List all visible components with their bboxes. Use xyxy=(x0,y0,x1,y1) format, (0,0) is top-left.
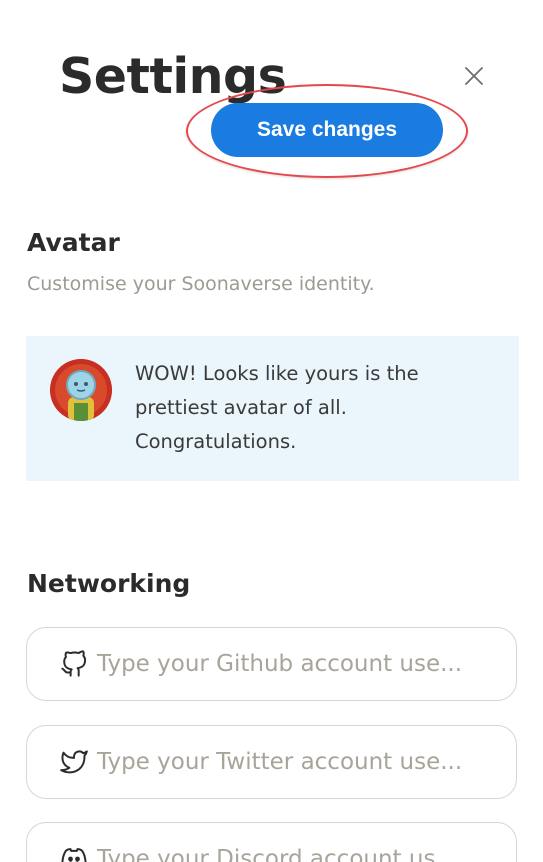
avatar-panel: WOW! Looks like yours is the prettiest a… xyxy=(26,336,519,481)
networking-heading: Networking xyxy=(27,569,191,598)
settings-panel: Settings Save changes Avatar Customise y… xyxy=(0,0,543,862)
avatar-message-line: WOW! Looks like yours is the xyxy=(135,362,419,385)
avatar[interactable] xyxy=(50,359,112,421)
close-icon xyxy=(465,67,483,85)
github-field-placeholder: Type your Github account use... xyxy=(97,651,463,677)
avatar-message-line: prettiest avatar of all. xyxy=(135,396,347,419)
discord-icon xyxy=(59,844,89,862)
avatar-image xyxy=(50,359,112,421)
avatar-message-line: Congratulations. xyxy=(135,430,297,453)
github-field[interactable]: Type your Github account use... xyxy=(26,627,517,701)
twitter-icon xyxy=(59,747,89,777)
save-button-area: Save changes xyxy=(186,84,468,178)
avatar-subtitle: Customise your Soonaverse identity. xyxy=(27,273,375,295)
save-changes-button[interactable]: Save changes xyxy=(211,103,443,157)
discord-field[interactable]: Type your Discord account us... xyxy=(26,822,517,862)
twitter-field[interactable]: Type your Twitter account use... xyxy=(26,725,517,799)
github-icon xyxy=(59,649,89,679)
discord-field-placeholder: Type your Discord account us... xyxy=(97,846,458,862)
avatar-message: WOW! Looks like yours is the prettiest a… xyxy=(135,357,465,459)
twitter-field-placeholder: Type your Twitter account use... xyxy=(97,749,463,775)
avatar-heading: Avatar xyxy=(27,228,120,257)
